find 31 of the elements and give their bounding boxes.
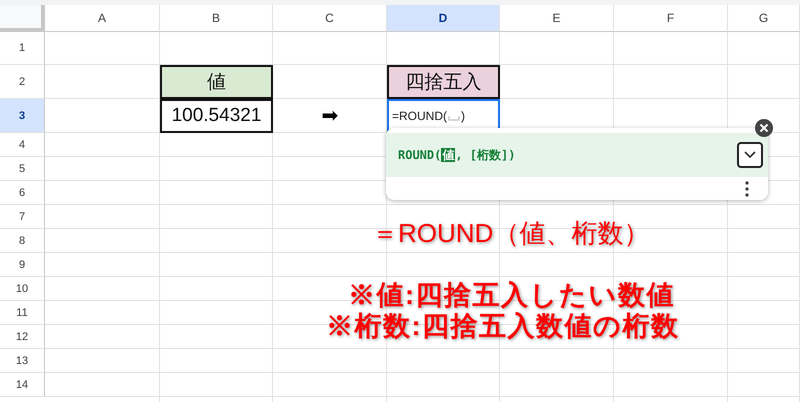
column-header[interactable]: D <box>387 5 500 32</box>
row-header[interactable]: 10 <box>0 277 45 301</box>
function-signature: ROUND(値, [桁数]) <box>398 146 516 164</box>
row-header[interactable]: 13 <box>0 349 45 373</box>
syntax-annotation: ＝ROUND（値、桁数） <box>372 217 650 250</box>
row-header[interactable]: 8 <box>0 229 45 253</box>
row-header[interactable]: 12 <box>0 325 45 349</box>
row-header[interactable]: 5 <box>0 157 45 181</box>
row-header[interactable]: 14 <box>0 373 45 397</box>
row-header[interactable]: 4 <box>0 133 45 157</box>
row-header[interactable]: 1 <box>0 32 45 65</box>
expand-button[interactable] <box>737 142 763 168</box>
column-header[interactable]: F <box>614 5 728 32</box>
annotation-note: ※桁数:四捨五入数値の桁数 <box>326 311 680 342</box>
row-header[interactable]: 11 <box>0 301 45 325</box>
column-header[interactable]: E <box>500 5 614 32</box>
row-header[interactable]: 9 <box>0 253 45 277</box>
column-header[interactable]: A <box>45 5 160 32</box>
row-header[interactable]: 3 <box>0 99 45 133</box>
header-cell: 値 <box>160 65 273 99</box>
value-cell: 100.54321 <box>160 99 273 133</box>
column-header[interactable]: G <box>728 5 800 32</box>
more-icon[interactable] <box>745 181 749 197</box>
chevron-down-icon <box>744 151 756 159</box>
annotation-note: ※値:四捨五入したい数値 <box>348 280 676 311</box>
arrow-icon: ➡ <box>322 106 338 126</box>
header-cell: 四捨五入 <box>387 65 500 99</box>
row-header[interactable]: 6 <box>0 181 45 205</box>
column-header[interactable]: B <box>160 5 273 32</box>
close-icon[interactable] <box>755 119 773 137</box>
row-header[interactable]: 7 <box>0 205 45 229</box>
